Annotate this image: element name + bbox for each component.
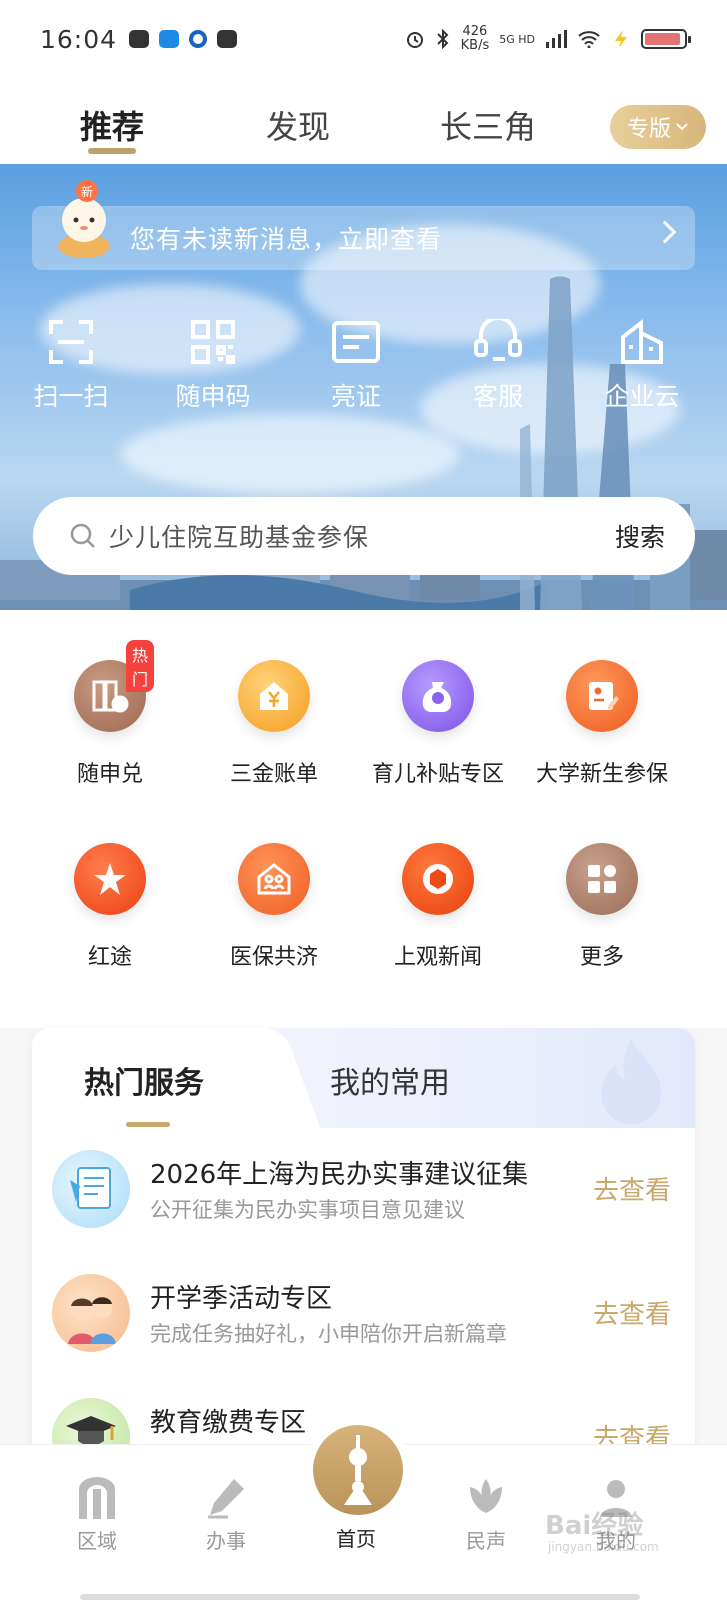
quick-action-service[interactable]: 客服: [438, 319, 558, 413]
nav-voice[interactable]: 民声: [436, 1475, 536, 1554]
notice-text: 您有未读新消息，立即查看: [130, 225, 443, 254]
cloud-icon: [217, 30, 238, 48]
id-card-icon: [332, 321, 380, 363]
nav-home[interactable]: 首页: [306, 1523, 406, 1552]
service-childcare-subsidy[interactable]: 育儿补贴专区: [353, 660, 523, 788]
quick-action-id[interactable]: 亮证: [296, 319, 416, 413]
school-season-icon: [52, 1274, 130, 1352]
building-icon: [621, 319, 663, 364]
star-icon: [94, 863, 126, 895]
tab-recommend[interactable]: 推荐: [80, 102, 144, 148]
tab-discover[interactable]: 发现: [266, 102, 330, 148]
list-item[interactable]: 开学季活动专区 完成任务抽好礼，小申陪你开启新篇章 去查看: [32, 1274, 695, 1384]
service-freshman-insurance[interactable]: 大学新生参保: [517, 660, 687, 788]
signal-icon: [546, 30, 567, 48]
quick-action-qr[interactable]: 随申码: [153, 319, 273, 413]
view-button[interactable]: 去查看: [593, 1294, 671, 1331]
house-yuan-icon: [260, 682, 288, 710]
family-icon: [257, 863, 291, 895]
status-bar: 16:04 426 KB/s 5G HD: [0, 0, 727, 78]
service-three-funds-bill[interactable]: 三金账单: [189, 660, 359, 788]
flame-icon: [601, 1038, 661, 1124]
arch-icon: [79, 1477, 115, 1519]
home-button[interactable]: [313, 1425, 403, 1515]
chevron-right-icon: [653, 220, 677, 244]
pen-icon: [208, 1479, 244, 1519]
money-bag-icon: [422, 682, 452, 713]
nav-affairs[interactable]: 办事: [176, 1475, 276, 1554]
service-hongtu[interactable]: 红途: [25, 843, 195, 971]
new-badge: 新: [76, 180, 98, 202]
service-grid: 热门 随申兑 三金账单 育儿补贴专区 大学新生参保 红途 医保共济 上观新闻 更…: [0, 610, 727, 1028]
net-speed: 426 KB/s: [460, 24, 490, 53]
service-more[interactable]: 更多: [517, 843, 687, 971]
tab-yangtze-delta[interactable]: 长三角: [440, 102, 536, 148]
app-ring-icon: [189, 30, 208, 48]
search-box[interactable]: 少儿住院互助基金参保 搜索: [33, 497, 695, 575]
status-notification-icons: [129, 30, 238, 48]
notice-bar[interactable]: 新 您有未读新消息，立即查看: [32, 180, 695, 270]
service-shangguan-news[interactable]: 上观新闻: [353, 843, 523, 971]
document-icon: [52, 1150, 130, 1228]
search-button[interactable]: 搜索: [615, 518, 665, 554]
hot-tag: 热门: [126, 640, 155, 692]
wifi-icon: [578, 31, 600, 48]
aperture-icon: [423, 864, 453, 894]
alarm-icon: [406, 32, 423, 48]
quick-action-enterprise[interactable]: 企业云: [582, 319, 702, 413]
grid-more-icon: [588, 865, 616, 893]
voucher-icon: [92, 680, 129, 713]
service-suishendui[interactable]: 热门 随申兑: [25, 640, 195, 788]
message-app-icon: [159, 30, 180, 48]
magnolia-icon: [470, 1479, 502, 1513]
tab-my-frequent[interactable]: 我的常用: [330, 1058, 450, 1102]
tab-hot-services[interactable]: 热门服务: [84, 1058, 204, 1102]
list-item[interactable]: 2026年上海为民办实事建议征集 公开征集为民办实事项目意见建议 去查看: [32, 1150, 695, 1260]
search-icon: [70, 523, 95, 548]
active-tab-indicator: [88, 148, 136, 154]
status-time: 16:04: [40, 24, 118, 54]
edit-card-icon: [589, 682, 619, 710]
watermark: Bai经验: [545, 1511, 644, 1541]
chat-icon: [129, 30, 150, 48]
hot-services-card: 热门服务 我的常用 2026年上海为民办实事建议征集 公开征集为民办实事项目意见…: [32, 1028, 695, 1488]
view-button[interactable]: 去查看: [593, 1170, 671, 1207]
charging-icon: [615, 30, 627, 48]
status-system-icons: 426 KB/s 5G HD: [405, 24, 691, 53]
chevron-down-icon: [676, 123, 688, 131]
qr-code-icon: [191, 320, 235, 364]
headset-icon: [474, 319, 522, 361]
card-tab-indicator: [126, 1122, 170, 1127]
quick-action-scan[interactable]: 扫一扫: [11, 319, 131, 413]
search-input[interactable]: 少儿住院互助基金参保: [109, 518, 615, 554]
bluetooth-icon: [436, 28, 449, 50]
scan-icon: [49, 320, 93, 364]
nav-region[interactable]: 区域: [47, 1475, 147, 1554]
signal-label: 5G HD: [499, 32, 535, 46]
edition-label: 专版: [626, 117, 671, 142]
hero-banner: 新 您有未读新消息，立即查看 扫一扫 随申码 亮证 客服 企业云 少儿住院互助基…: [0, 164, 727, 610]
home-indicator: [80, 1594, 640, 1600]
edition-button[interactable]: 专版: [610, 105, 706, 149]
service-medical-mutual[interactable]: 医保共济: [189, 843, 359, 971]
card-tab-bar: 热门服务 我的常用: [32, 1028, 695, 1128]
watermark-url: jingyan.baidu.com: [548, 1540, 659, 1554]
battery-icon: [641, 29, 691, 49]
oriental-pearl-tower-icon: [344, 1435, 372, 1505]
